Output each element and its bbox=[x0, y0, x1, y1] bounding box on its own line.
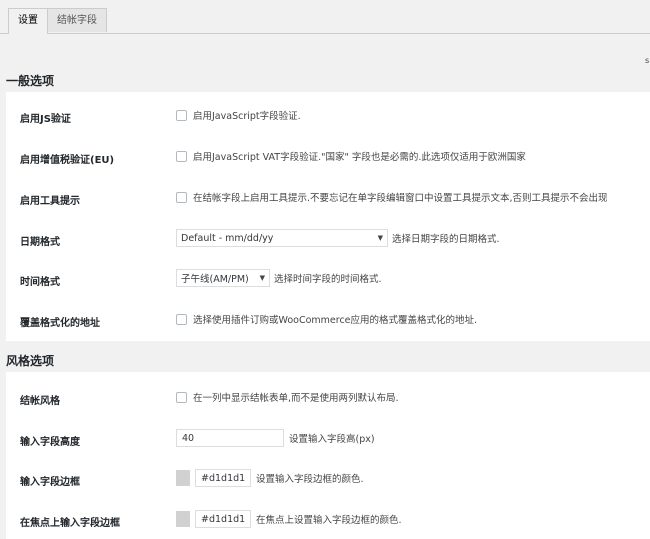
row-label: 启用工具提示 bbox=[20, 196, 80, 207]
field-description: 设置输入字段高(px) bbox=[289, 434, 375, 445]
section-title-style: 风格选项 bbox=[6, 354, 55, 368]
tab-checkout-fields[interactable]: 结帐字段 bbox=[47, 8, 107, 32]
general-options-panel: 启用JS验证 启用JavaScript字段验证. 启用增值税验证(EU) 启用J… bbox=[6, 92, 650, 341]
tab-bar: 设置 结帐字段 bbox=[0, 0, 650, 34]
field: #d1d1d1 设置输入字段边框的颜色. bbox=[176, 469, 364, 487]
truncated-text: s bbox=[645, 56, 650, 65]
field: 选择使用插件订购或WooCommerce应用的格式覆盖格式化的地址. bbox=[176, 312, 477, 326]
row-label: 结帐风格 bbox=[20, 396, 60, 407]
row-label: 输入字段边框 bbox=[20, 477, 80, 488]
row-label: 启用JS验证 bbox=[20, 114, 71, 125]
field: Default - mm/dd/yy ▼ 选择日期字段的日期格式. bbox=[176, 229, 500, 247]
field: 启用JavaScript VAT字段验证."国家" 字段也是必需的.此选项仅适用… bbox=[176, 149, 526, 163]
row-label: 覆盖格式化的地址 bbox=[20, 318, 100, 329]
select-value: 子午线(AM/PM) bbox=[181, 274, 249, 285]
input-height-field[interactable]: 40 bbox=[176, 429, 284, 447]
field: 启用JavaScript字段验证. bbox=[176, 108, 301, 122]
color-swatch[interactable] bbox=[176, 470, 190, 486]
field: 在一列中显示结帐表单,而不是使用两列默认布局. bbox=[176, 390, 399, 404]
vat-validation-checkbox[interactable] bbox=[176, 150, 187, 162]
field: 在结帐字段上启用工具提示.不要忘记在单字段编辑窗口中设置工具提示文本,否则工具提… bbox=[176, 190, 608, 204]
field-description: 在焦点上设置输入字段边框的颜色. bbox=[256, 515, 402, 526]
field: 40 设置输入字段高(px) bbox=[176, 429, 375, 447]
field-description: 选择使用插件订购或WooCommerce应用的格式覆盖格式化的地址. bbox=[193, 315, 478, 326]
checkout-style-checkbox[interactable] bbox=[176, 391, 187, 403]
js-validation-checkbox[interactable] bbox=[176, 109, 187, 121]
field-description: 选择时间字段的时间格式. bbox=[274, 274, 382, 285]
row-label: 时间格式 bbox=[20, 277, 60, 288]
field-description: 启用JavaScript VAT字段验证."国家" 字段也是必需的.此选项仅适用… bbox=[193, 152, 526, 163]
override-address-checkbox[interactable] bbox=[176, 313, 187, 325]
color-swatch[interactable] bbox=[176, 511, 190, 527]
chevron-down-icon: ▼ bbox=[377, 234, 383, 242]
field-description: 设置输入字段边框的颜色. bbox=[256, 474, 364, 485]
field-description: 选择日期字段的日期格式. bbox=[392, 234, 500, 245]
field-description: 在结帐字段上启用工具提示.不要忘记在单字段编辑窗口中设置工具提示文本,否则工具提… bbox=[193, 193, 608, 204]
style-options-panel: 结帐风格 在一列中显示结帐表单,而不是使用两列默认布局. 输入字段高度 40 设… bbox=[6, 372, 650, 539]
row-label: 启用增值税验证(EU) bbox=[20, 155, 115, 166]
field-description: 在一列中显示结帐表单,而不是使用两列默认布局. bbox=[193, 393, 399, 404]
tab-settings[interactable]: 设置 bbox=[8, 8, 48, 34]
border-color-input[interactable]: #d1d1d1 bbox=[195, 469, 251, 487]
select-value: Default - mm/dd/yy bbox=[181, 232, 274, 244]
section-title-general: 一般选项 bbox=[6, 74, 55, 88]
date-format-select[interactable]: Default - mm/dd/yy ▼ bbox=[176, 229, 388, 247]
row-label: 输入字段高度 bbox=[20, 437, 80, 448]
time-format-select[interactable]: 子午线(AM/PM) ▼ bbox=[176, 269, 270, 287]
row-label: 在焦点上输入字段边框 bbox=[20, 518, 120, 529]
field-description: 启用JavaScript字段验证. bbox=[193, 111, 301, 122]
focus-border-color-input[interactable]: #d1d1d1 bbox=[195, 510, 251, 528]
chevron-down-icon: ▼ bbox=[259, 274, 265, 282]
field: 子午线(AM/PM) ▼ 选择时间字段的时间格式. bbox=[176, 269, 382, 287]
field: #d1d1d1 在焦点上设置输入字段边框的颜色. bbox=[176, 510, 402, 528]
tooltips-checkbox[interactable] bbox=[176, 191, 187, 203]
row-label: 日期格式 bbox=[20, 237, 60, 248]
